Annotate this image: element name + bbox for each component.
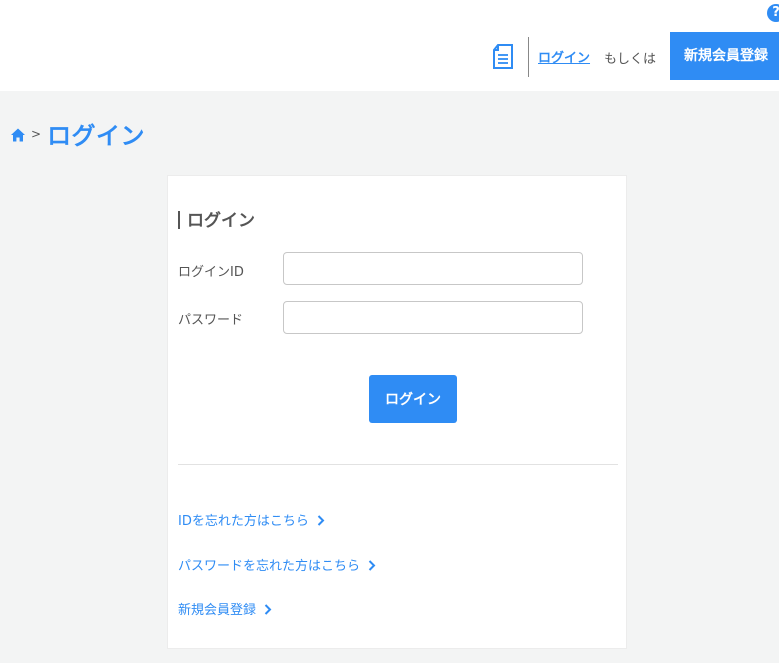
password-label: パスワード bbox=[178, 313, 244, 328]
register-link[interactable]: 新規会員登録 bbox=[178, 599, 272, 618]
register-link-label: 新規会員登録 bbox=[178, 603, 257, 618]
forgot-id-link-label: IDを忘れた方はこちら bbox=[178, 514, 309, 529]
login-id-label: ログインID bbox=[178, 265, 244, 280]
chevron-right-icon bbox=[368, 559, 376, 571]
password-input[interactable] bbox=[283, 301, 583, 334]
or-text: もしくは bbox=[604, 52, 657, 67]
header-login-link[interactable]: ログイン bbox=[538, 47, 590, 66]
card-divider bbox=[178, 464, 618, 465]
chevron-right-icon bbox=[317, 514, 325, 526]
site-header: ? ログイン もしくは 新規会員登録 bbox=[0, 0, 779, 91]
document-icon[interactable] bbox=[492, 44, 514, 70]
section-title-text: ログイン bbox=[187, 211, 255, 231]
forgot-password-link-label: パスワードを忘れた方はこちら bbox=[178, 559, 361, 574]
forgot-id-link[interactable]: IDを忘れた方はこちら bbox=[178, 510, 325, 529]
breadcrumb-separator: > bbox=[31, 126, 42, 141]
section-title-bar bbox=[178, 211, 180, 229]
home-icon[interactable] bbox=[10, 127, 26, 143]
register-button[interactable]: 新規会員登録 bbox=[670, 32, 779, 80]
header-divider bbox=[528, 37, 529, 77]
chevron-right-icon bbox=[264, 603, 272, 615]
forgot-password-link[interactable]: パスワードを忘れた方はこちら bbox=[178, 555, 376, 574]
login-card: ログイン ログインID パスワード ログイン IDを忘れた方はこちら パスワード… bbox=[167, 175, 627, 649]
page-title: ログイン bbox=[47, 122, 146, 150]
section-title: ログイン bbox=[178, 206, 255, 231]
login-id-input[interactable] bbox=[283, 252, 583, 285]
breadcrumb: > ログイン bbox=[10, 116, 145, 151]
login-submit-button[interactable]: ログイン bbox=[369, 375, 457, 423]
help-icon[interactable]: ? bbox=[767, 4, 779, 22]
